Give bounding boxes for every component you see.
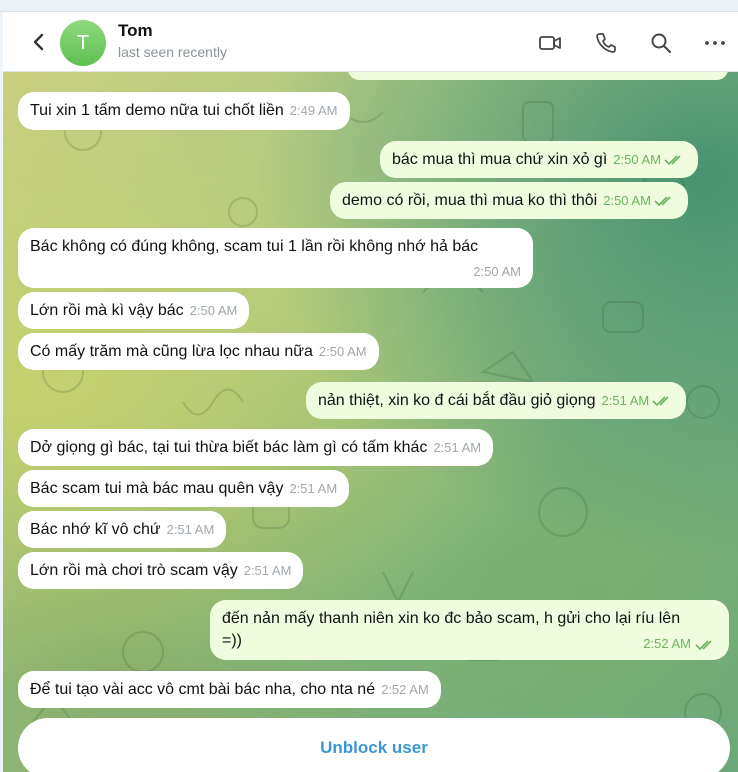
message-time: 2:51 AM xyxy=(433,440,482,455)
message-time: 2:50 AM xyxy=(189,303,238,318)
contact-name[interactable]: Tom xyxy=(118,21,153,41)
message-time: 2:51 AM xyxy=(601,393,650,408)
message-time: 2:50 AM xyxy=(318,344,367,359)
double-check-icon xyxy=(695,640,712,651)
message-time: 2:51 AM xyxy=(243,563,292,578)
message-time: 2:52 AM xyxy=(643,636,691,651)
message-text-line-1: đến nản mấy thanh niên xin ko đc bảo sca… xyxy=(222,610,681,627)
message-bubble-outgoing[interactable]: đến nản mấy thanh niên xin ko đc bảo sca… xyxy=(210,600,729,660)
message-bubble-outgoing[interactable]: demo có rồi, mua thì mua ko thì thôi 2:50… xyxy=(330,182,688,219)
chat-header: T Tom last seen recently xyxy=(3,12,738,72)
message-bubble-incoming[interactable]: Lớn rồi mà kì vậy bác 2:50 AM xyxy=(18,292,250,329)
video-call-icon[interactable] xyxy=(537,30,563,56)
message-time: 2:52 AM xyxy=(381,682,429,697)
message-text: Để tui tạo vài acc vô cmt bài bác nha, c… xyxy=(30,681,376,698)
message-text: Lớn rồi mà kì vậy bác xyxy=(30,302,184,319)
message-bubble-incoming[interactable]: Có mấy trăm mà cũng lừa lọc nhau nữa 2:50… xyxy=(18,333,379,370)
double-check-icon xyxy=(652,396,669,406)
message-text: demo có rồi, mua thì mua ko thì thôi xyxy=(342,192,598,209)
message-time: 2:51 AM xyxy=(166,522,215,537)
message-bubble-outgoing[interactable]: bác mua thì mua chứ xin xỏ gì 2:50 AM xyxy=(380,141,698,178)
message-time: 2:51 AM xyxy=(289,481,338,496)
message-time: 2:50 AM xyxy=(473,264,521,279)
message-bubble-incoming[interactable]: Dở giọng gì bác, tại tui thừa biết bác l… xyxy=(18,429,494,466)
message-text: Bác scam tui mà bác mau quên vậy xyxy=(30,480,284,497)
phone-icon[interactable] xyxy=(593,30,619,56)
message-text: Có mấy trăm mà cũng lừa lọc nhau nữa xyxy=(30,343,313,360)
window-top-strip xyxy=(0,0,738,12)
message-text: Bác không có đúng không, scam tui 1 lần … xyxy=(30,238,479,255)
message-bubble-incoming[interactable]: Lớn rồi mà chơi trò scam vậy 2:51 AM xyxy=(18,552,304,589)
chat-area[interactable]: Tui xin 1 tấm demo nữa tui chốt liền 2:49… xyxy=(3,72,738,772)
message-time: 2:50 AM xyxy=(613,152,661,167)
avatar[interactable]: T xyxy=(60,20,106,66)
double-check-icon xyxy=(654,196,671,206)
message-bubble-incoming[interactable]: Bác không có đúng không, scam tui 1 lần … xyxy=(18,228,533,288)
message-bubble-incoming[interactable]: Để tui tạo vài acc vô cmt bài bác nha, c… xyxy=(18,671,441,708)
more-icon[interactable] xyxy=(702,30,728,56)
message-text: Lớn rồi mà chơi trò scam vậy xyxy=(30,562,238,579)
message-text: nản thiệt, xin ko đ cái bắt đầu giỏ giọn… xyxy=(318,392,596,409)
message-bubble-outgoing[interactable]: nản thiệt, xin ko đ cái bắt đầu giỏ giọn… xyxy=(306,382,687,419)
message-time: 2:50 AM xyxy=(603,193,651,208)
contact-status: last seen recently xyxy=(118,44,227,60)
back-arrow-icon[interactable] xyxy=(27,30,51,54)
search-icon[interactable] xyxy=(648,30,674,56)
message-bubble-incoming[interactable]: Bác nhớ kĩ vô chứ 2:51 AM xyxy=(18,511,227,548)
message-text: Bác nhớ kĩ vô chứ xyxy=(30,521,161,538)
message-bubble-incoming[interactable]: Tui xin 1 tấm demo nữa tui chốt liền 2:49… xyxy=(18,92,350,130)
message-text: Dở giọng gì bác, tại tui thừa biết bác l… xyxy=(30,439,428,456)
message-time: 2:49 AM xyxy=(289,103,338,118)
unblock-user-button[interactable]: Unblock user xyxy=(18,718,730,772)
message-text: bác mua thì mua chứ xin xỏ gì xyxy=(392,151,608,168)
message-bubble-incoming[interactable]: Bác scam tui mà bác mau quên vậy 2:51 AM xyxy=(18,470,350,507)
message-bubble-partial xyxy=(348,72,728,80)
message-text: Tui xin 1 tấm demo nữa tui chốt liền xyxy=(30,102,284,119)
double-check-icon xyxy=(664,155,681,165)
